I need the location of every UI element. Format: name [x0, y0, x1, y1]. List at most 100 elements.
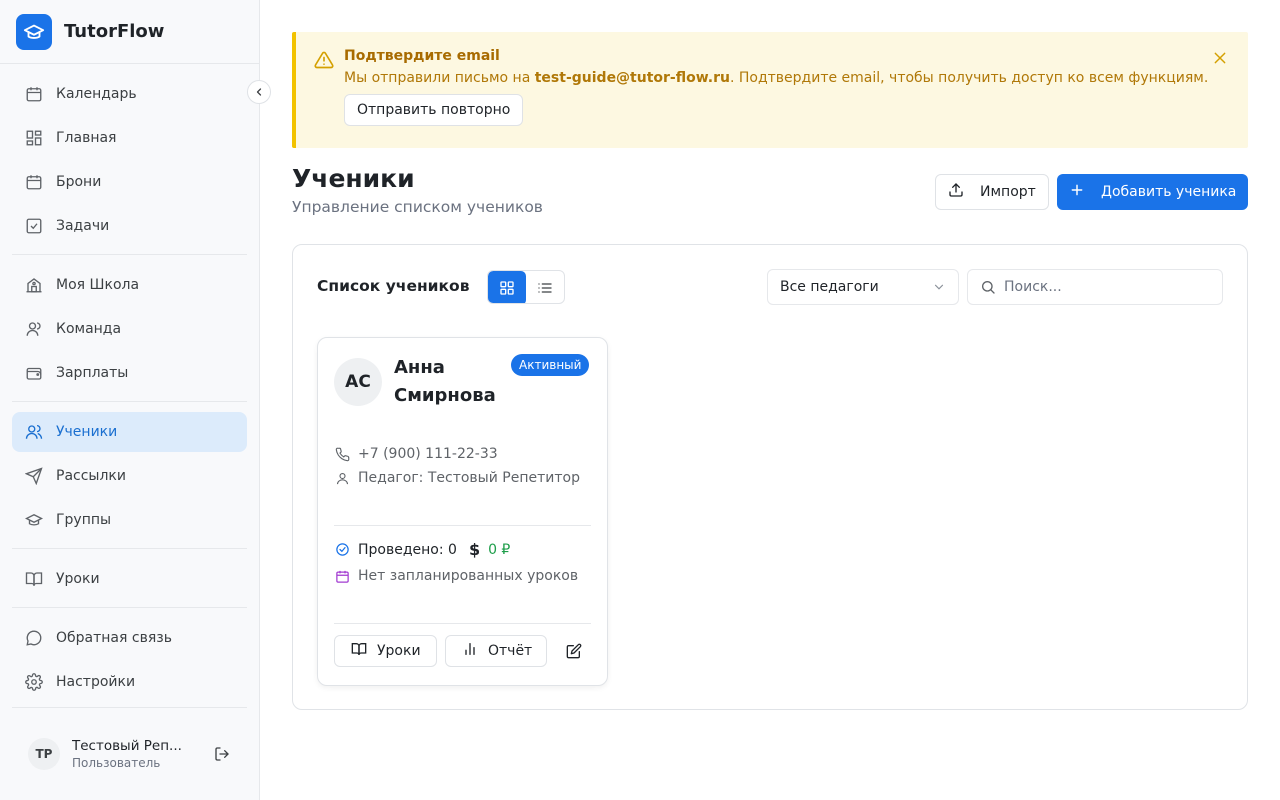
- import-label: Импорт: [980, 184, 1036, 200]
- student-first-name: Анна: [394, 357, 445, 378]
- sidebar-item-salaries[interactable]: Зарплаты: [12, 353, 247, 393]
- balance-value: 0 ₽: [488, 541, 511, 558]
- student-card[interactable]: АС Анна Смирнова Активный +7 (900) 111-2…: [317, 337, 608, 686]
- list-icon: [538, 283, 552, 293]
- book-icon: [24, 569, 44, 589]
- avatar: АС: [334, 358, 382, 406]
- calendar-icon: [24, 84, 44, 104]
- user-icon: [334, 470, 350, 486]
- user-role: Пользователь: [72, 756, 161, 770]
- book-icon: [351, 641, 367, 661]
- bar-chart-icon: [462, 641, 478, 661]
- page-title: Ученики: [292, 164, 415, 193]
- phone-icon: [334, 446, 350, 462]
- nav-group: Обратная связь Настройки: [12, 608, 247, 710]
- wallet-icon: [24, 363, 44, 383]
- email-verification-banner: Подтвердите email Мы отправили письмо на…: [292, 32, 1248, 148]
- lessons-button[interactable]: Уроки: [334, 635, 437, 667]
- banner-title: Подтвердите email: [344, 48, 500, 64]
- page-subtitle: Управление списком учеников: [292, 198, 543, 216]
- sidebar-item-label: Обратная связь: [56, 630, 172, 646]
- close-icon[interactable]: [1210, 48, 1230, 68]
- add-student-label: Добавить ученика: [1101, 184, 1237, 200]
- dollar-icon: $: [468, 540, 481, 559]
- sidebar-item-label: Зарплаты: [56, 365, 129, 381]
- sidebar-item-feedback[interactable]: Обратная связь: [12, 618, 247, 658]
- lessons-label: Уроки: [377, 643, 421, 659]
- sidebar-item-home[interactable]: Главная: [12, 118, 247, 158]
- sidebar-item-tasks[interactable]: Задачи: [12, 206, 247, 246]
- teacher-filter-select[interactable]: Все педагоги: [767, 269, 959, 305]
- phone-row: +7 (900) 111-22-33: [334, 446, 498, 462]
- schedule-status: Нет запланированных уроков: [358, 568, 579, 584]
- users-icon: [24, 422, 44, 442]
- nav-group: Моя Школа Команда Зарплаты: [12, 255, 247, 402]
- plus-icon: [1069, 182, 1085, 202]
- panel-title: Список учеников: [317, 277, 470, 295]
- status-badge: Активный: [511, 354, 590, 376]
- upload-icon: [948, 182, 964, 202]
- edit-icon[interactable]: [563, 640, 585, 662]
- nav-group: Календарь Главная Брони Задачи: [12, 64, 247, 255]
- import-button[interactable]: Импорт: [935, 174, 1049, 210]
- student-teacher: Педагог: Тестовый Репетитор: [358, 470, 580, 486]
- students-panel: Список учеников Все педагоги АС Анна Сми…: [292, 244, 1248, 710]
- student-name[interactable]: Анна Смирнова: [394, 354, 514, 410]
- main-content: Подтвердите email Мы отправили письмо на…: [260, 0, 1280, 800]
- conducted-count: Проведено: 0: [358, 541, 457, 558]
- warning-icon: [314, 50, 334, 74]
- check-circle-icon: [334, 542, 350, 558]
- sidebar-item-label: Настройки: [56, 674, 136, 690]
- checkbox-icon: [24, 216, 44, 236]
- sidebar-item-label: Задачи: [56, 218, 110, 234]
- dashboard-icon: [24, 128, 44, 148]
- student-last-name: Смирнова: [394, 385, 496, 406]
- list-view-button[interactable]: [526, 271, 564, 303]
- search-field: [967, 269, 1223, 305]
- search-icon: [982, 281, 995, 294]
- sidebar-item-students[interactable]: Ученики: [12, 412, 247, 452]
- sidebar-item-label: Команда: [56, 321, 122, 337]
- avatar[interactable]: TP: [28, 738, 60, 770]
- banner-email: test-guide@tutor-flow.ru: [534, 70, 730, 86]
- gear-icon: [24, 672, 44, 692]
- sidebar-item-mailings[interactable]: Рассылки: [12, 456, 247, 496]
- banner-text-after: . Подтвердите email, чтобы получить дост…: [729, 70, 1209, 86]
- sidebar-item-calendar[interactable]: Календарь: [12, 74, 247, 114]
- resend-email-button[interactable]: Отправить повторно: [344, 94, 524, 126]
- student-phone: +7 (900) 111-22-33: [358, 446, 498, 462]
- nav-group: Ученики Рассылки Группы: [12, 402, 247, 549]
- calendar-icon: [24, 172, 44, 192]
- schedule-row: Нет запланированных уроков: [334, 568, 578, 584]
- teacher-row: Педагог: Тестовый Репетитор: [334, 470, 580, 486]
- grid-view-button[interactable]: [488, 271, 526, 303]
- teacher-filter-value: Все педагоги: [780, 279, 879, 295]
- divider: [334, 623, 591, 624]
- nav-group: Уроки: [12, 549, 247, 608]
- user-profile: TP Тестовый Реп... Пользователь: [12, 707, 247, 800]
- report-label: Отчёт: [488, 643, 533, 659]
- sidebar-item-label: Рассылки: [56, 468, 126, 484]
- sidebar-nav: Календарь Главная Брони Задачи Моя Школа: [0, 64, 259, 710]
- graduation-cap-icon[interactable]: [16, 13, 52, 50]
- report-button[interactable]: Отчёт: [445, 635, 547, 667]
- logout-icon[interactable]: [212, 744, 232, 764]
- view-toggle: [487, 270, 565, 304]
- sidebar-item-groups[interactable]: Группы: [12, 500, 247, 540]
- sidebar-item-team[interactable]: Команда: [12, 309, 247, 349]
- sidebar-item-label: Группы: [56, 512, 112, 528]
- team-icon: [24, 319, 44, 339]
- calendar-icon: [334, 568, 350, 584]
- sidebar-item-bookings[interactable]: Брони: [12, 162, 247, 202]
- sidebar-item-my-school[interactable]: Моя Школа: [12, 265, 247, 305]
- search-input[interactable]: [1004, 279, 1214, 295]
- collapse-sidebar-button[interactable]: [247, 80, 271, 104]
- banner-message: Мы отправили письмо на test-guide@tutor-…: [344, 70, 1248, 86]
- sidebar-item-label: Главная: [56, 130, 117, 146]
- sidebar: TutorFlow Календарь Главная Брони Задачи: [0, 0, 260, 800]
- user-name: Тестовый Реп...: [72, 738, 182, 754]
- brand: TutorFlow: [0, 0, 259, 64]
- add-student-button[interactable]: Добавить ученика: [1057, 174, 1248, 210]
- sidebar-item-settings[interactable]: Настройки: [12, 662, 247, 702]
- sidebar-item-lessons[interactable]: Уроки: [12, 559, 247, 599]
